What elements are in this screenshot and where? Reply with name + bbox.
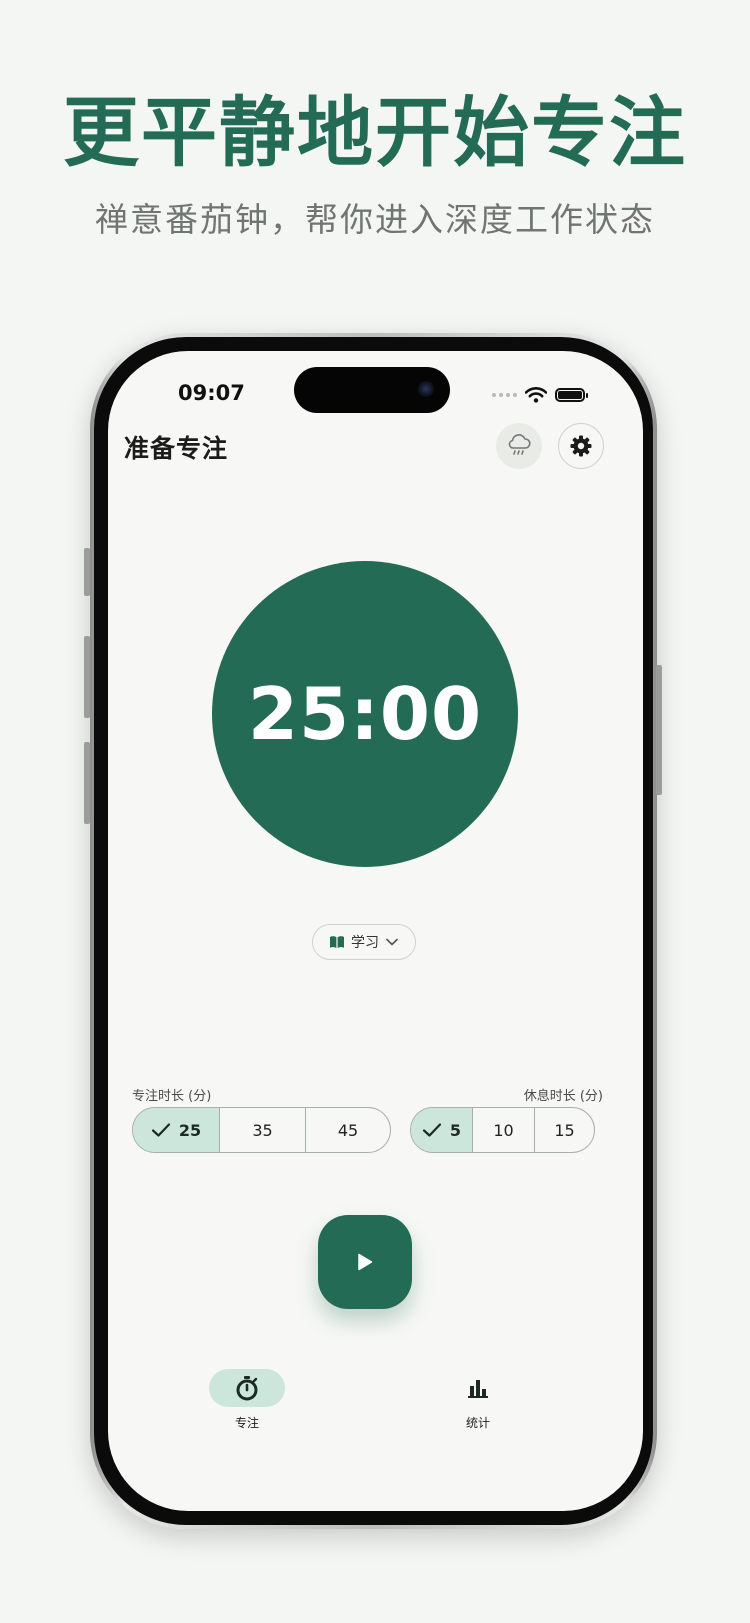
promo-headline: 更平静地开始专注 bbox=[63, 88, 687, 177]
break-duration-selector: 5 10 15 bbox=[410, 1107, 595, 1153]
play-icon bbox=[358, 1253, 373, 1271]
rain-cloud-icon bbox=[508, 434, 531, 455]
wifi-icon bbox=[525, 387, 547, 403]
timer-dial[interactable]: 25:00 bbox=[212, 561, 518, 867]
page-title: 准备专注 bbox=[124, 434, 229, 463]
start-button[interactable] bbox=[318, 1215, 412, 1309]
break-duration-option[interactable]: 15 bbox=[534, 1108, 594, 1152]
app-screen: 09:07 准备专注 25:00 学习 专注时长 (分) 25 35 45 休息… bbox=[108, 351, 643, 1511]
break-duration-label: 休息时长 (分) bbox=[523, 1089, 603, 1104]
tab-focus-label: 专注 bbox=[234, 1416, 259, 1430]
weather-sound-button[interactable] bbox=[496, 423, 542, 469]
focus-duration-value: 25 bbox=[178, 1120, 202, 1140]
timer-display: 25:00 bbox=[247, 672, 483, 756]
tab-stats[interactable]: 统计 bbox=[440, 1369, 516, 1431]
front-camera-icon bbox=[418, 381, 434, 397]
settings-button[interactable] bbox=[558, 423, 604, 469]
category-label: 学习 bbox=[351, 935, 379, 951]
volume-down-button bbox=[84, 742, 90, 824]
volume-up-button bbox=[84, 636, 90, 718]
dynamic-island bbox=[294, 367, 450, 413]
action-button bbox=[84, 548, 90, 596]
tab-stats-label: 统计 bbox=[465, 1416, 490, 1430]
focus-duration-option[interactable]: 25 bbox=[133, 1108, 219, 1152]
status-time: 09:07 bbox=[178, 381, 245, 405]
book-icon bbox=[330, 936, 344, 948]
focus-duration-label: 专注时长 (分) bbox=[132, 1089, 212, 1104]
battery-icon bbox=[555, 388, 588, 402]
promo-subline: 禅意番茄钟，帮你进入深度工作状态 bbox=[95, 200, 655, 239]
focus-duration-option[interactable]: 45 bbox=[305, 1108, 390, 1152]
check-icon bbox=[422, 1123, 442, 1137]
status-indicators bbox=[492, 385, 588, 405]
category-selector[interactable]: 学习 bbox=[312, 924, 416, 960]
bar-chart-icon bbox=[468, 1380, 488, 1398]
power-button bbox=[656, 665, 662, 795]
check-icon bbox=[151, 1123, 170, 1137]
break-duration-value: 10 bbox=[493, 1120, 514, 1140]
chevron-down-icon bbox=[386, 938, 398, 946]
tab-focus-icon-container bbox=[209, 1369, 285, 1407]
break-duration-option[interactable]: 10 bbox=[472, 1108, 534, 1152]
break-duration-value: 15 bbox=[554, 1120, 575, 1140]
gear-icon bbox=[570, 435, 592, 457]
focus-duration-value: 45 bbox=[337, 1120, 359, 1140]
focus-duration-value: 35 bbox=[252, 1120, 273, 1140]
focus-duration-selector: 25 35 45 bbox=[132, 1107, 391, 1153]
tab-stats-icon-container bbox=[440, 1369, 516, 1407]
tab-focus[interactable]: 专注 bbox=[209, 1369, 285, 1431]
focus-duration-option[interactable]: 35 bbox=[219, 1108, 305, 1152]
break-duration-option[interactable]: 5 bbox=[411, 1108, 472, 1152]
cellular-signal-icon bbox=[492, 393, 517, 397]
break-duration-value: 5 bbox=[449, 1120, 462, 1140]
stopwatch-icon bbox=[236, 1376, 258, 1401]
